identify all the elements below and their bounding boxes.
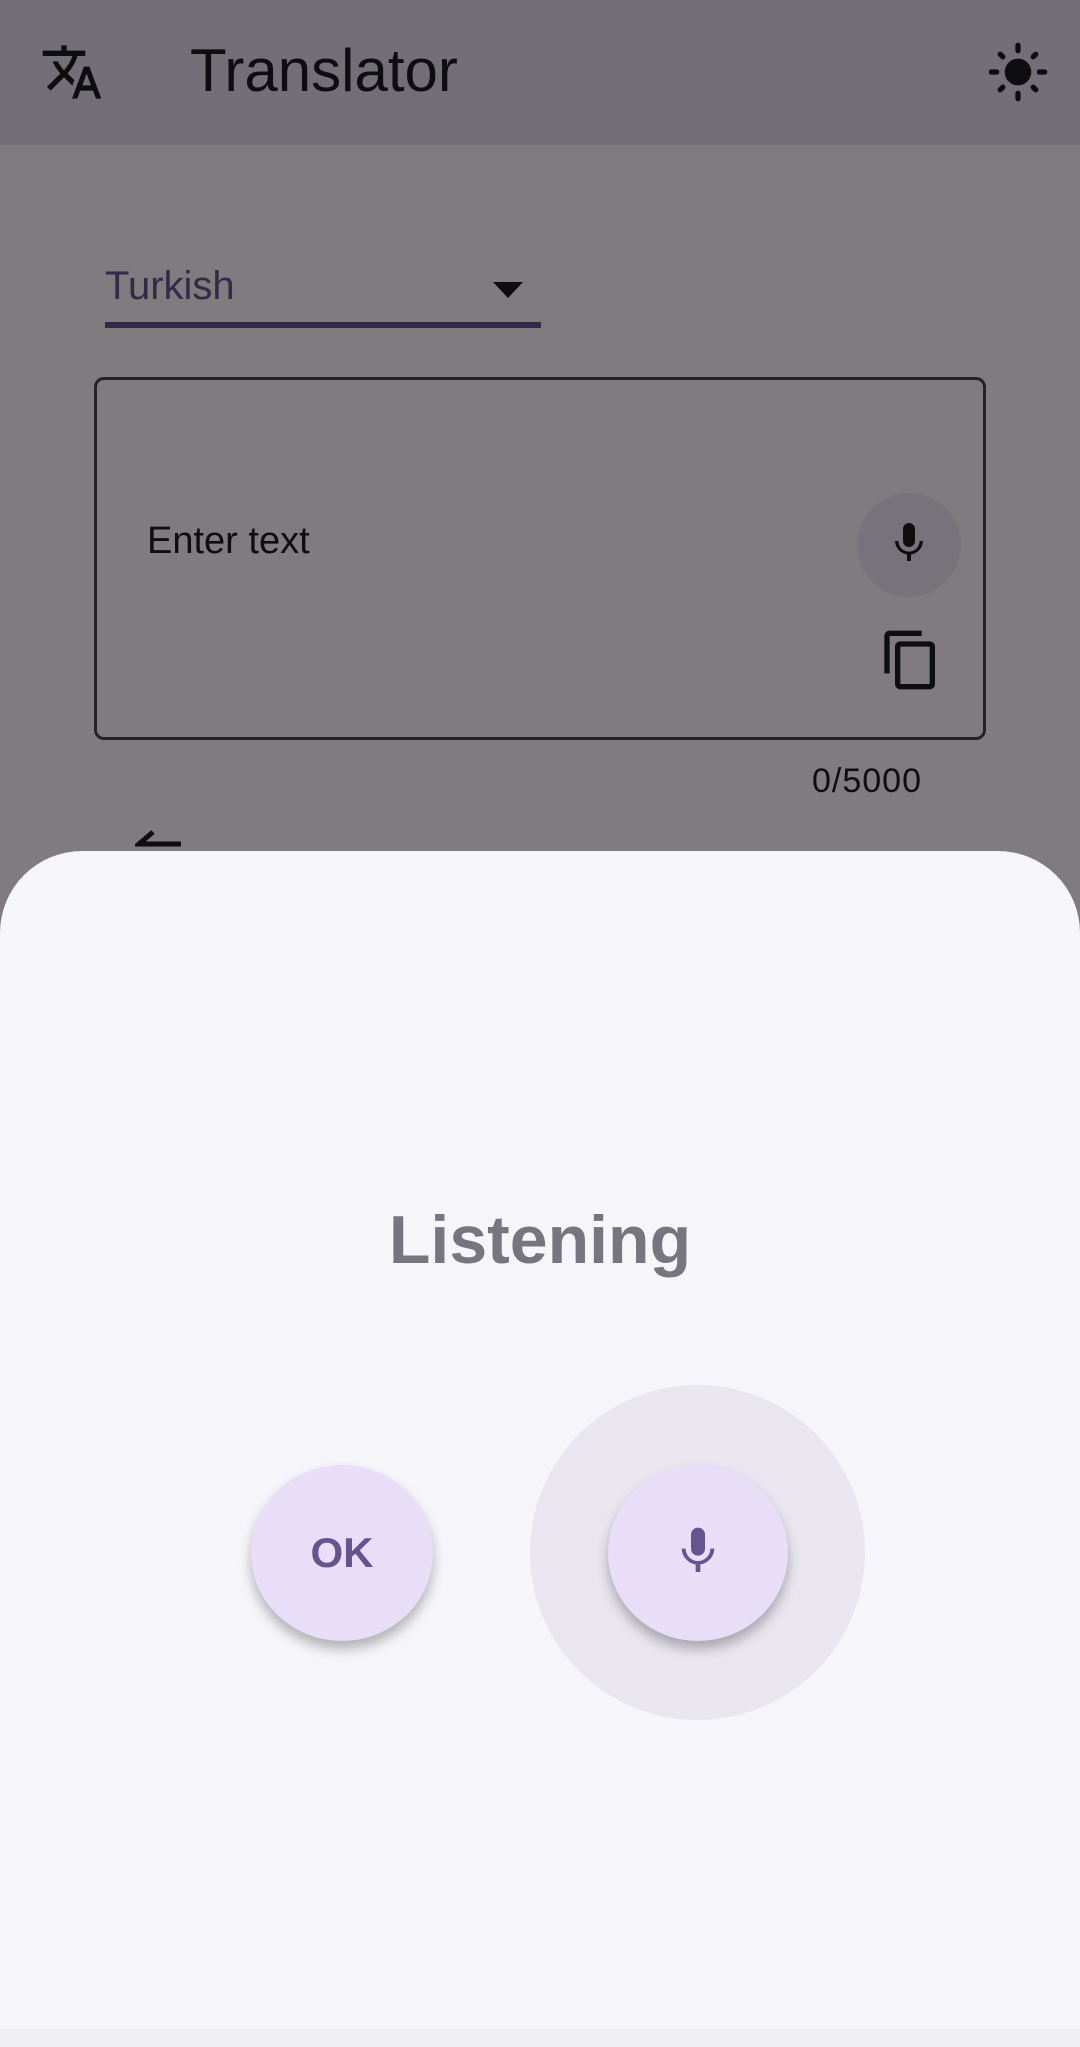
microphone-icon bbox=[670, 1523, 726, 1584]
system-navigation-bar bbox=[0, 2029, 1080, 2047]
ok-button[interactable]: OK bbox=[251, 1465, 433, 1641]
speech-input-sheet: Listening OK bbox=[0, 851, 1080, 2029]
listening-status: Listening bbox=[388, 1202, 692, 1278]
speech-microphone-button[interactable] bbox=[608, 1465, 788, 1641]
